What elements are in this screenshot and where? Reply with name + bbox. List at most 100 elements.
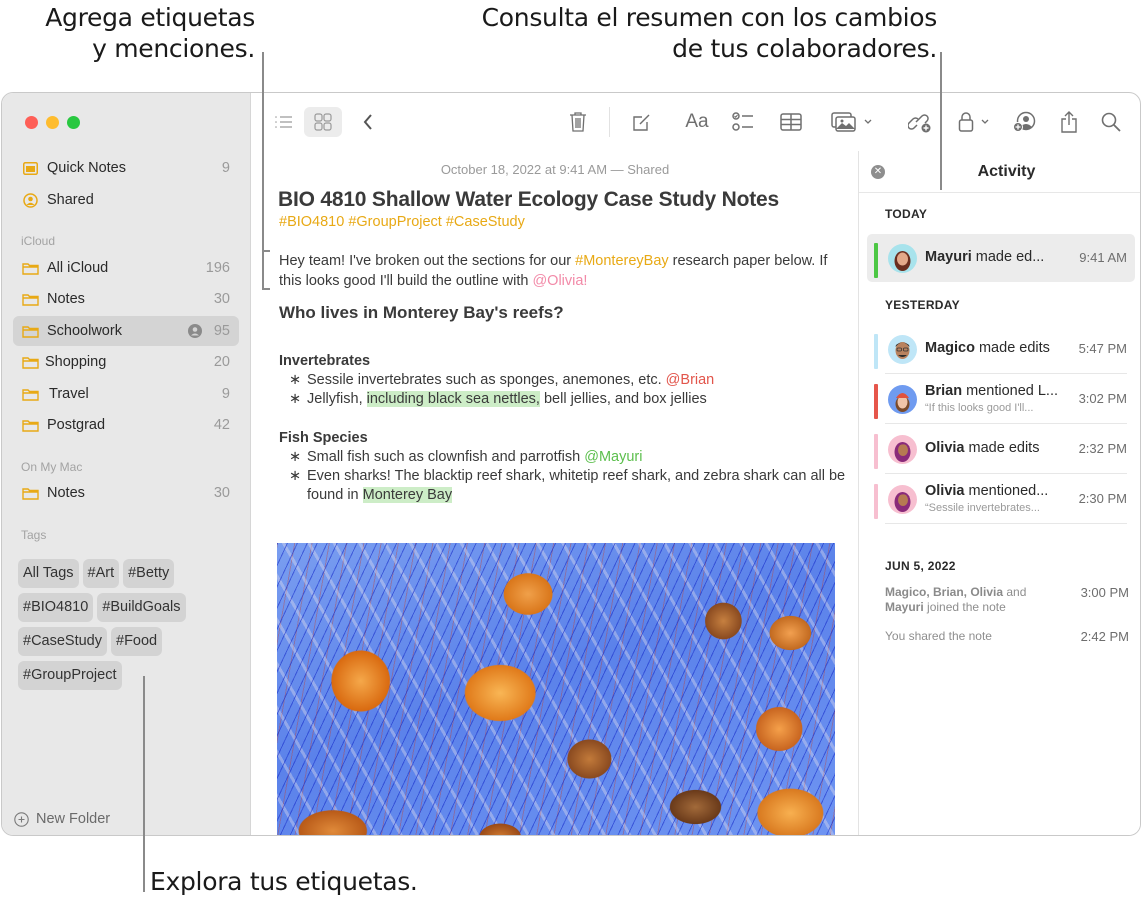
new-folder-button[interactable]: New Folder xyxy=(14,811,110,827)
search-icon xyxy=(1101,112,1121,132)
note-intro-paragraph[interactable]: Hey team! I've broken out the sections f… xyxy=(279,252,844,291)
activity-item-brian[interactable]: Brian mentioned L... “If this looks good… xyxy=(867,375,1135,424)
mention-olivia[interactable]: @Olivia! xyxy=(532,273,587,289)
activity-subtext: “If this looks good I'll... xyxy=(925,402,1034,414)
sidebar: Quick Notes 9 Shared iCloud All iCloud 1… xyxy=(2,93,251,835)
callout-line: y menciones. xyxy=(92,34,255,63)
tag-betty[interactable]: #Betty xyxy=(123,559,175,588)
activity-text: Mayuri made ed... xyxy=(925,249,1045,265)
format-text-icon: Aa xyxy=(685,111,709,132)
activity-text: Magico made edits xyxy=(925,340,1050,356)
list-view-button[interactable] xyxy=(272,109,296,135)
sidebar-item-quick-notes[interactable]: Quick Notes 9 xyxy=(13,153,239,183)
folder-icon xyxy=(22,324,39,338)
toolbar: Aa xyxy=(252,93,1140,151)
section-today: TODAY xyxy=(885,207,928,221)
chevron-down-icon xyxy=(981,119,989,124)
list-item[interactable]: Small fish such as clownfish and parrotf… xyxy=(289,448,849,467)
sidebar-item-count: 9 xyxy=(221,386,230,402)
tag-bio4810[interactable]: #BIO4810 xyxy=(18,593,94,622)
text-span: Small fish such as clownfish and parrotf… xyxy=(307,449,585,465)
text-span: bell jellies, and box jellies xyxy=(539,391,707,408)
share-button[interactable] xyxy=(1058,109,1080,135)
activity-item-olivia-mention[interactable]: Olivia mentioned... “Sessile invertebrat… xyxy=(867,475,1135,524)
sidebar-item-count: 42 xyxy=(213,417,230,433)
tag-groupproject[interactable]: #GroupProject xyxy=(18,661,122,690)
activity-item-magico[interactable]: Magico made edits 5:47 PM xyxy=(867,325,1135,374)
sidebar-item-mac-notes[interactable]: Notes 30 xyxy=(13,478,239,508)
checklist-button[interactable] xyxy=(730,109,756,135)
chevron-down-icon xyxy=(864,119,872,124)
text-span: Sessile invertebrates such as sponges, a… xyxy=(307,372,666,388)
lock-button[interactable] xyxy=(954,109,994,135)
toolbar-divider xyxy=(609,107,610,137)
sidebar-item-label: All iCloud xyxy=(47,260,109,276)
add-people-button[interactable] xyxy=(1012,109,1038,135)
gallery-view-button[interactable] xyxy=(304,107,342,137)
note-title[interactable]: BIO 4810 Shallow Water Ecology Case Stud… xyxy=(278,188,779,212)
tag-casestudy[interactable]: #CaseStudy xyxy=(18,627,107,656)
note-date: October 18, 2022 at 9:41 AM — Shared xyxy=(440,162,670,177)
list-item[interactable]: Jellyfish, including black sea nettles, … xyxy=(289,390,849,409)
collaborator-color-bar xyxy=(874,384,878,419)
sidebar-item-schoolwork[interactable]: Schoolwork 95 xyxy=(13,316,239,346)
compose-button[interactable] xyxy=(630,109,654,135)
window-controls xyxy=(25,116,80,129)
delete-button[interactable] xyxy=(567,109,589,135)
search-button[interactable] xyxy=(1100,109,1122,135)
sidebar-item-shared[interactable]: Shared xyxy=(13,185,239,215)
text-span: Jellyfish, xyxy=(307,391,367,408)
tag-art[interactable]: #Art xyxy=(82,559,120,588)
activity-time: 3:00 PM xyxy=(1080,585,1129,600)
tag-food[interactable]: #Food xyxy=(111,627,163,656)
close-window-button[interactable] xyxy=(25,116,38,129)
section-label-on-my-mac: On My Mac xyxy=(21,460,83,474)
activity-item-olivia-edits[interactable]: Olivia made edits 2:32 PM xyxy=(867,425,1135,474)
minimize-window-button[interactable] xyxy=(46,116,59,129)
activity-text: Olivia made edits xyxy=(925,440,1040,456)
activity-item-mayuri[interactable]: Mayuri made ed... 9:41 AM xyxy=(867,234,1135,282)
section-label-tags: Tags xyxy=(21,528,47,542)
collaborator-color-bar xyxy=(874,434,878,469)
sidebar-item-count: 20 xyxy=(213,354,230,370)
compose-icon xyxy=(633,114,650,131)
table-button[interactable] xyxy=(778,109,804,135)
folder-icon xyxy=(22,418,39,432)
hashtag-montereybay[interactable]: #MontereyBay xyxy=(575,253,669,269)
divider xyxy=(885,473,1127,474)
activity-time: 9:41 AM xyxy=(1079,250,1127,265)
tag-buildgoals[interactable]: #BuildGoals xyxy=(97,593,186,622)
zoom-window-button[interactable] xyxy=(67,116,80,129)
list-item[interactable]: Sessile invertebrates such as sponges, a… xyxy=(289,371,849,390)
collaborate-button[interactable] xyxy=(907,109,933,135)
tag-browser: All Tags #Art #Betty #BIO4810 #BuildGoal… xyxy=(18,559,243,690)
note-hashtags[interactable]: #BIO4810 #GroupProject #CaseStudy xyxy=(279,214,525,230)
sidebar-item-notes[interactable]: Notes 30 xyxy=(13,284,239,314)
avatar-mayuri xyxy=(888,244,917,273)
note-editor[interactable]: October 18, 2022 at 9:41 AM — Shared BIO… xyxy=(252,151,858,835)
sidebar-item-travel[interactable]: Travel 9 xyxy=(13,379,239,409)
callout-line: de tus colaboradores. xyxy=(672,34,937,63)
jellyfish-image[interactable] xyxy=(277,543,835,835)
trash-icon xyxy=(570,112,586,132)
list-item[interactable]: Even sharks! The blacktip reef shark, wh… xyxy=(289,467,849,505)
format-button[interactable]: Aa xyxy=(682,109,712,135)
mention-mayuri[interactable]: @Mayuri xyxy=(584,449,642,465)
sidebar-item-postgrad[interactable]: Postgrad 42 xyxy=(13,410,239,440)
back-button[interactable] xyxy=(358,109,378,135)
callout-leader-browse-tags xyxy=(143,676,145,892)
activity-time: 2:32 PM xyxy=(1078,441,1127,456)
collaborate-link-icon xyxy=(908,114,931,133)
sidebar-item-all-icloud[interactable]: All iCloud 196 xyxy=(13,253,239,283)
sidebar-item-shopping[interactable]: Shopping 20 xyxy=(13,347,239,377)
divider xyxy=(885,373,1127,374)
activity-time: 5:47 PM xyxy=(1078,341,1127,356)
media-button[interactable] xyxy=(829,109,875,135)
mention-brian[interactable]: @Brian xyxy=(666,372,715,388)
folder-icon xyxy=(22,387,39,401)
invertebrates-list: Sessile invertebrates such as sponges, a… xyxy=(289,371,849,410)
lock-icon xyxy=(958,112,974,132)
tag-all-tags[interactable]: All Tags xyxy=(18,559,79,588)
shared-person-icon xyxy=(22,192,39,208)
activity-header: ✕ Activity xyxy=(859,151,1140,193)
